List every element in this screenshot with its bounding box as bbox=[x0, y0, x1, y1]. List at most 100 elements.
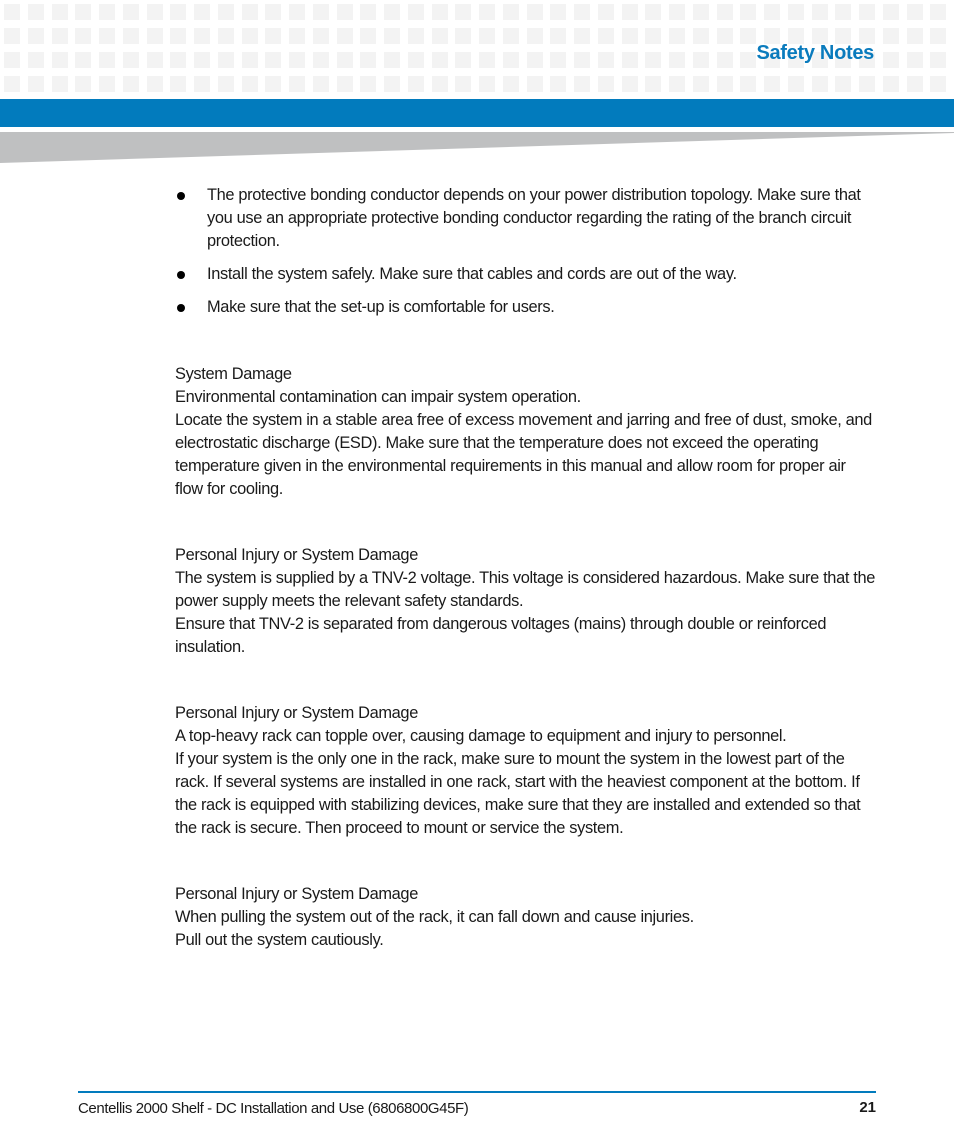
grid-square bbox=[597, 4, 614, 20]
grid-square bbox=[217, 28, 234, 44]
grid-square bbox=[99, 4, 115, 20]
grid-square bbox=[51, 76, 68, 92]
grid-square bbox=[431, 76, 448, 92]
grid-square bbox=[764, 4, 780, 20]
grid-square bbox=[906, 76, 923, 92]
note-heading: Personal Injury or System Damage bbox=[175, 546, 418, 564]
grid-square bbox=[930, 52, 947, 68]
grid-square bbox=[621, 76, 638, 92]
grid-square bbox=[692, 52, 709, 68]
grid-square bbox=[574, 76, 590, 92]
grid-square bbox=[455, 76, 472, 92]
grid-square bbox=[27, 52, 44, 68]
grid-square bbox=[289, 76, 305, 92]
grid-square bbox=[431, 4, 448, 20]
bullet-dot-icon bbox=[177, 304, 185, 312]
safety-note: Personal Injury or System Damage A top-h… bbox=[175, 702, 875, 840]
grid-square bbox=[241, 28, 258, 44]
grid-square bbox=[51, 52, 68, 68]
grid-square bbox=[574, 4, 590, 20]
grid-square bbox=[122, 28, 139, 44]
note-heading: Personal Injury or System Damage bbox=[175, 704, 418, 722]
grid-square bbox=[787, 4, 804, 20]
grid-square bbox=[27, 4, 44, 20]
grid-square bbox=[645, 76, 662, 92]
grid-square bbox=[692, 76, 709, 92]
grid-square bbox=[217, 76, 234, 92]
safety-note: Personal Injury or System Damage The sys… bbox=[175, 544, 875, 659]
grid-square bbox=[312, 52, 329, 68]
grid-square bbox=[526, 28, 543, 44]
grid-square bbox=[194, 4, 210, 20]
bullet-dot-icon bbox=[177, 192, 185, 200]
grid-square bbox=[835, 76, 852, 92]
grid-square bbox=[669, 4, 685, 20]
grid-square bbox=[289, 52, 305, 68]
note-text: When pulling the system out of the rack,… bbox=[175, 908, 694, 926]
grid-square bbox=[930, 76, 947, 92]
grid-square bbox=[479, 52, 495, 68]
grid-square bbox=[479, 76, 495, 92]
grid-square bbox=[479, 4, 495, 20]
grid-square bbox=[241, 4, 258, 20]
grid-square bbox=[597, 28, 614, 44]
grid-square bbox=[906, 4, 923, 20]
grid-square bbox=[289, 4, 305, 20]
grid-square bbox=[740, 52, 757, 68]
grid-square bbox=[336, 28, 353, 44]
grid-square bbox=[265, 28, 282, 44]
grid-square bbox=[716, 28, 733, 44]
grid-square bbox=[265, 52, 282, 68]
grid-square bbox=[574, 28, 590, 44]
grid-square bbox=[289, 28, 305, 44]
footer-divider bbox=[78, 1091, 876, 1093]
grid-square bbox=[27, 28, 44, 44]
grid-square bbox=[312, 76, 329, 92]
grid-square bbox=[502, 52, 519, 68]
bullet-list: The protective bonding conductor depends… bbox=[175, 184, 875, 319]
grid-square bbox=[241, 76, 258, 92]
bullet-item: The protective bonding conductor depends… bbox=[175, 184, 875, 253]
grid-square bbox=[692, 28, 709, 44]
grid-square bbox=[384, 4, 400, 20]
grid-square bbox=[170, 52, 187, 68]
grid-square bbox=[692, 4, 709, 20]
grid-square bbox=[455, 52, 472, 68]
grid-square bbox=[312, 4, 329, 20]
grid-square bbox=[384, 28, 400, 44]
grid-square bbox=[455, 28, 472, 44]
grid-square bbox=[4, 76, 20, 92]
grid-square bbox=[407, 76, 424, 92]
grid-square bbox=[740, 28, 757, 44]
grid-square bbox=[27, 76, 44, 92]
section-title: Safety Notes bbox=[756, 42, 874, 64]
grid-square bbox=[550, 4, 567, 20]
grid-square bbox=[336, 4, 353, 20]
grid-square bbox=[360, 28, 377, 44]
note-text: Environmental contamination can impair s… bbox=[175, 388, 581, 406]
grid-square bbox=[431, 28, 448, 44]
grid-square bbox=[930, 4, 947, 20]
note-text: Pull out the system cautiously. bbox=[175, 931, 384, 949]
grid-square bbox=[194, 28, 210, 44]
grid-square bbox=[669, 76, 685, 92]
safety-note: System Damage Environmental contaminatio… bbox=[175, 363, 875, 501]
grid-square bbox=[146, 52, 163, 68]
grid-square bbox=[882, 28, 899, 44]
grid-square bbox=[645, 28, 662, 44]
note-heading: Personal Injury or System Damage bbox=[175, 885, 418, 903]
grid-square bbox=[194, 52, 210, 68]
grid-square bbox=[859, 4, 875, 20]
grid-square bbox=[336, 76, 353, 92]
safety-note: Personal Injury or System Damage When pu… bbox=[175, 883, 875, 952]
grid-square bbox=[194, 76, 210, 92]
grid-square bbox=[336, 52, 353, 68]
grid-square bbox=[75, 76, 92, 92]
grid-square bbox=[407, 4, 424, 20]
page-content: The protective bonding conductor depends… bbox=[175, 184, 875, 952]
grid-square bbox=[99, 28, 115, 44]
grid-square bbox=[550, 76, 567, 92]
grid-square bbox=[455, 4, 472, 20]
grid-square bbox=[99, 76, 115, 92]
grid-square bbox=[906, 52, 923, 68]
